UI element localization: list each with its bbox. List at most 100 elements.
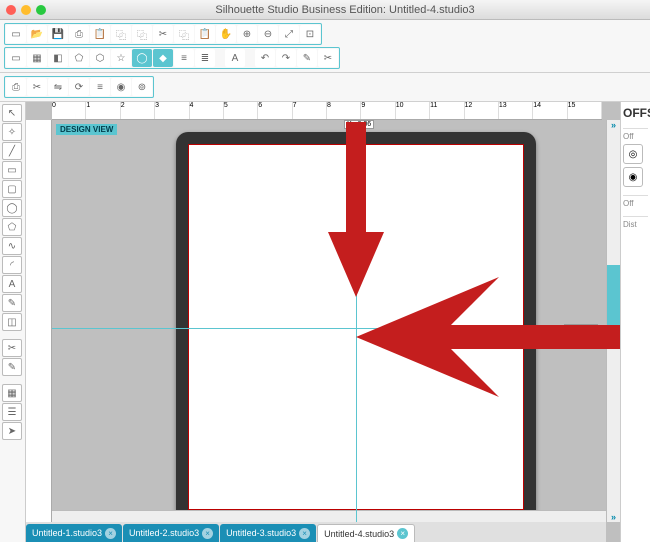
tab-close-icon[interactable]: × — [105, 528, 116, 539]
ruler-tick: 6 — [258, 102, 292, 119]
left-toolbar: ↖✧╱▭▢◯⬠∿◜A✎◫✂✎▦☰➤ — [0, 102, 26, 542]
shape1-button[interactable]: ⬠ — [69, 49, 89, 67]
offset-out-icon[interactable]: ◎ — [623, 144, 643, 164]
dup-button[interactable]: ⿻ — [132, 25, 152, 43]
poly-button[interactable]: ⬠ — [2, 218, 22, 236]
rotate-button[interactable]: ⟳ — [69, 78, 89, 96]
tab-close-icon[interactable]: × — [299, 528, 310, 539]
oval-button[interactable]: ◯ — [2, 199, 22, 217]
zoomin-button[interactable]: ⊕ — [237, 25, 257, 43]
open-button[interactable]: 📂 — [27, 25, 47, 43]
knife-button[interactable]: ✂ — [2, 339, 22, 357]
ruler-tick: 9 — [361, 102, 395, 119]
new-button[interactable]: ▭ — [6, 25, 26, 43]
tab-label: Untitled-4.studio3 — [324, 529, 394, 539]
eraser-button[interactable]: ◫ — [2, 313, 22, 331]
document-tab[interactable]: Untitled-1.studio3× — [26, 524, 122, 542]
draw-button[interactable]: ✎ — [2, 294, 22, 312]
ruler-tick: 11 — [430, 102, 464, 119]
knife2-button[interactable]: ✂ — [318, 49, 338, 67]
shape3-button[interactable]: ☆ — [111, 49, 131, 67]
close-window-icon[interactable] — [6, 5, 16, 15]
document-tab[interactable]: Untitled-2.studio3× — [123, 524, 219, 542]
ruler-tick: 15 — [568, 102, 602, 119]
save2-button[interactable]: ⎙ — [69, 25, 89, 43]
line-button[interactable]: ╱ — [2, 142, 22, 160]
ruler-tick: 12 — [465, 102, 499, 119]
scrollbar-horizontal[interactable] — [52, 510, 606, 522]
toolbar-row-2: ⎙✂⇋⟳≡◉⊚ — [0, 73, 650, 102]
expand-panels-bottom-icon[interactable]: » — [607, 512, 620, 522]
tab-close-icon[interactable]: × — [202, 528, 213, 539]
text-button[interactable]: A — [225, 49, 245, 67]
annotation-arrow-left-icon — [356, 277, 620, 397]
print-button[interactable]: ⎙ — [6, 78, 26, 96]
document-tab[interactable]: Untitled-3.studio3× — [220, 524, 316, 542]
weld-button[interactable]: ◉ — [111, 78, 131, 96]
select-button[interactable]: ↖ — [2, 104, 22, 122]
layers-button[interactable]: ☰ — [2, 403, 22, 421]
line1-button[interactable]: ≡ — [174, 49, 194, 67]
cut-button[interactable]: ✂ — [27, 78, 47, 96]
send-button[interactable]: ➤ — [2, 422, 22, 440]
paste-button[interactable]: 📋 — [90, 25, 110, 43]
ruler-vertical[interactable] — [26, 120, 52, 522]
cut-button[interactable]: ✂ — [153, 25, 173, 43]
zoomfit-button[interactable]: ⤢ — [279, 25, 299, 43]
tab-close-icon[interactable]: × — [397, 528, 408, 539]
copy-button[interactable]: ⿻ — [111, 25, 131, 43]
ruler-horizontal[interactable]: 0123456789101112131415 — [52, 102, 602, 120]
align-button[interactable]: ≡ — [90, 78, 110, 96]
grid-button[interactable]: ▦ — [27, 49, 47, 67]
zoom3-button[interactable]: ⊡ — [300, 25, 320, 43]
target-button[interactable]: ⊚ — [132, 78, 152, 96]
panel-heading: OFFS — [623, 106, 648, 120]
ruler-tick: 14 — [533, 102, 567, 119]
min-window-icon[interactable] — [21, 5, 31, 15]
tab-label: Untitled-1.studio3 — [32, 528, 102, 538]
traffic-lights — [6, 5, 46, 15]
curve-button[interactable]: ∿ — [2, 237, 22, 255]
panel-section-2: Off — [623, 195, 648, 208]
ruler-tick: 5 — [224, 102, 258, 119]
trace-button[interactable]: ✎ — [297, 49, 317, 67]
document-tabs: Untitled-1.studio3×Untitled-2.studio3×Un… — [26, 522, 606, 542]
panel-section-1: Off — [623, 128, 648, 141]
paste2-button[interactable]: 📋 — [195, 25, 215, 43]
edit-button[interactable]: ✧ — [2, 123, 22, 141]
canvas-area[interactable]: 6.062 , 5.665 0123456789101112131415 DES… — [26, 102, 620, 542]
annotation-arrow-down-icon — [326, 122, 386, 297]
ruler-tick: 2 — [121, 102, 155, 119]
shape5-button[interactable]: ◆ — [153, 49, 173, 67]
page-button[interactable]: ▭ — [6, 49, 26, 67]
swatch-button[interactable]: ▦ — [2, 384, 22, 402]
shape4-button[interactable]: ◯ — [132, 49, 152, 67]
document-tab[interactable]: Untitled-4.studio3× — [317, 524, 415, 542]
text-button[interactable]: A — [2, 275, 22, 293]
max-window-icon[interactable] — [36, 5, 46, 15]
line2-button[interactable]: ≣ — [195, 49, 215, 67]
hand-button[interactable]: ✋ — [216, 25, 236, 43]
rrect-button[interactable]: ▢ — [2, 180, 22, 198]
arc-button[interactable]: ◜ — [2, 256, 22, 274]
expand-panels-top-icon[interactable]: » — [607, 120, 620, 130]
panel-distance-label: Dist — [623, 216, 648, 229]
ruler-tick: 10 — [396, 102, 430, 119]
rect-button[interactable]: ▭ — [2, 161, 22, 179]
fill-button[interactable]: ◧ — [48, 49, 68, 67]
copy2-button[interactable]: ⿻ — [174, 25, 194, 43]
undo-button[interactable]: ↶ — [255, 49, 275, 67]
save-button[interactable]: 💾 — [48, 25, 68, 43]
window-title: Silhouette Studio Business Edition: Unti… — [46, 4, 644, 16]
redo-button[interactable]: ↷ — [276, 49, 296, 67]
shape2-button[interactable]: ⬡ — [90, 49, 110, 67]
offset-in-icon[interactable]: ◉ — [623, 167, 643, 187]
ruler-tick: 1 — [86, 102, 120, 119]
tab-label: Untitled-2.studio3 — [129, 528, 199, 538]
ruler-tick: 8 — [327, 102, 361, 119]
ruler-tick: 7 — [293, 102, 327, 119]
mirror-button[interactable]: ⇋ — [48, 78, 68, 96]
zoomout-button[interactable]: ⊖ — [258, 25, 278, 43]
note-button[interactable]: ✎ — [2, 358, 22, 376]
offset-panel[interactable]: OFFS Off ◎ ◉ Off Dist — [620, 102, 650, 542]
